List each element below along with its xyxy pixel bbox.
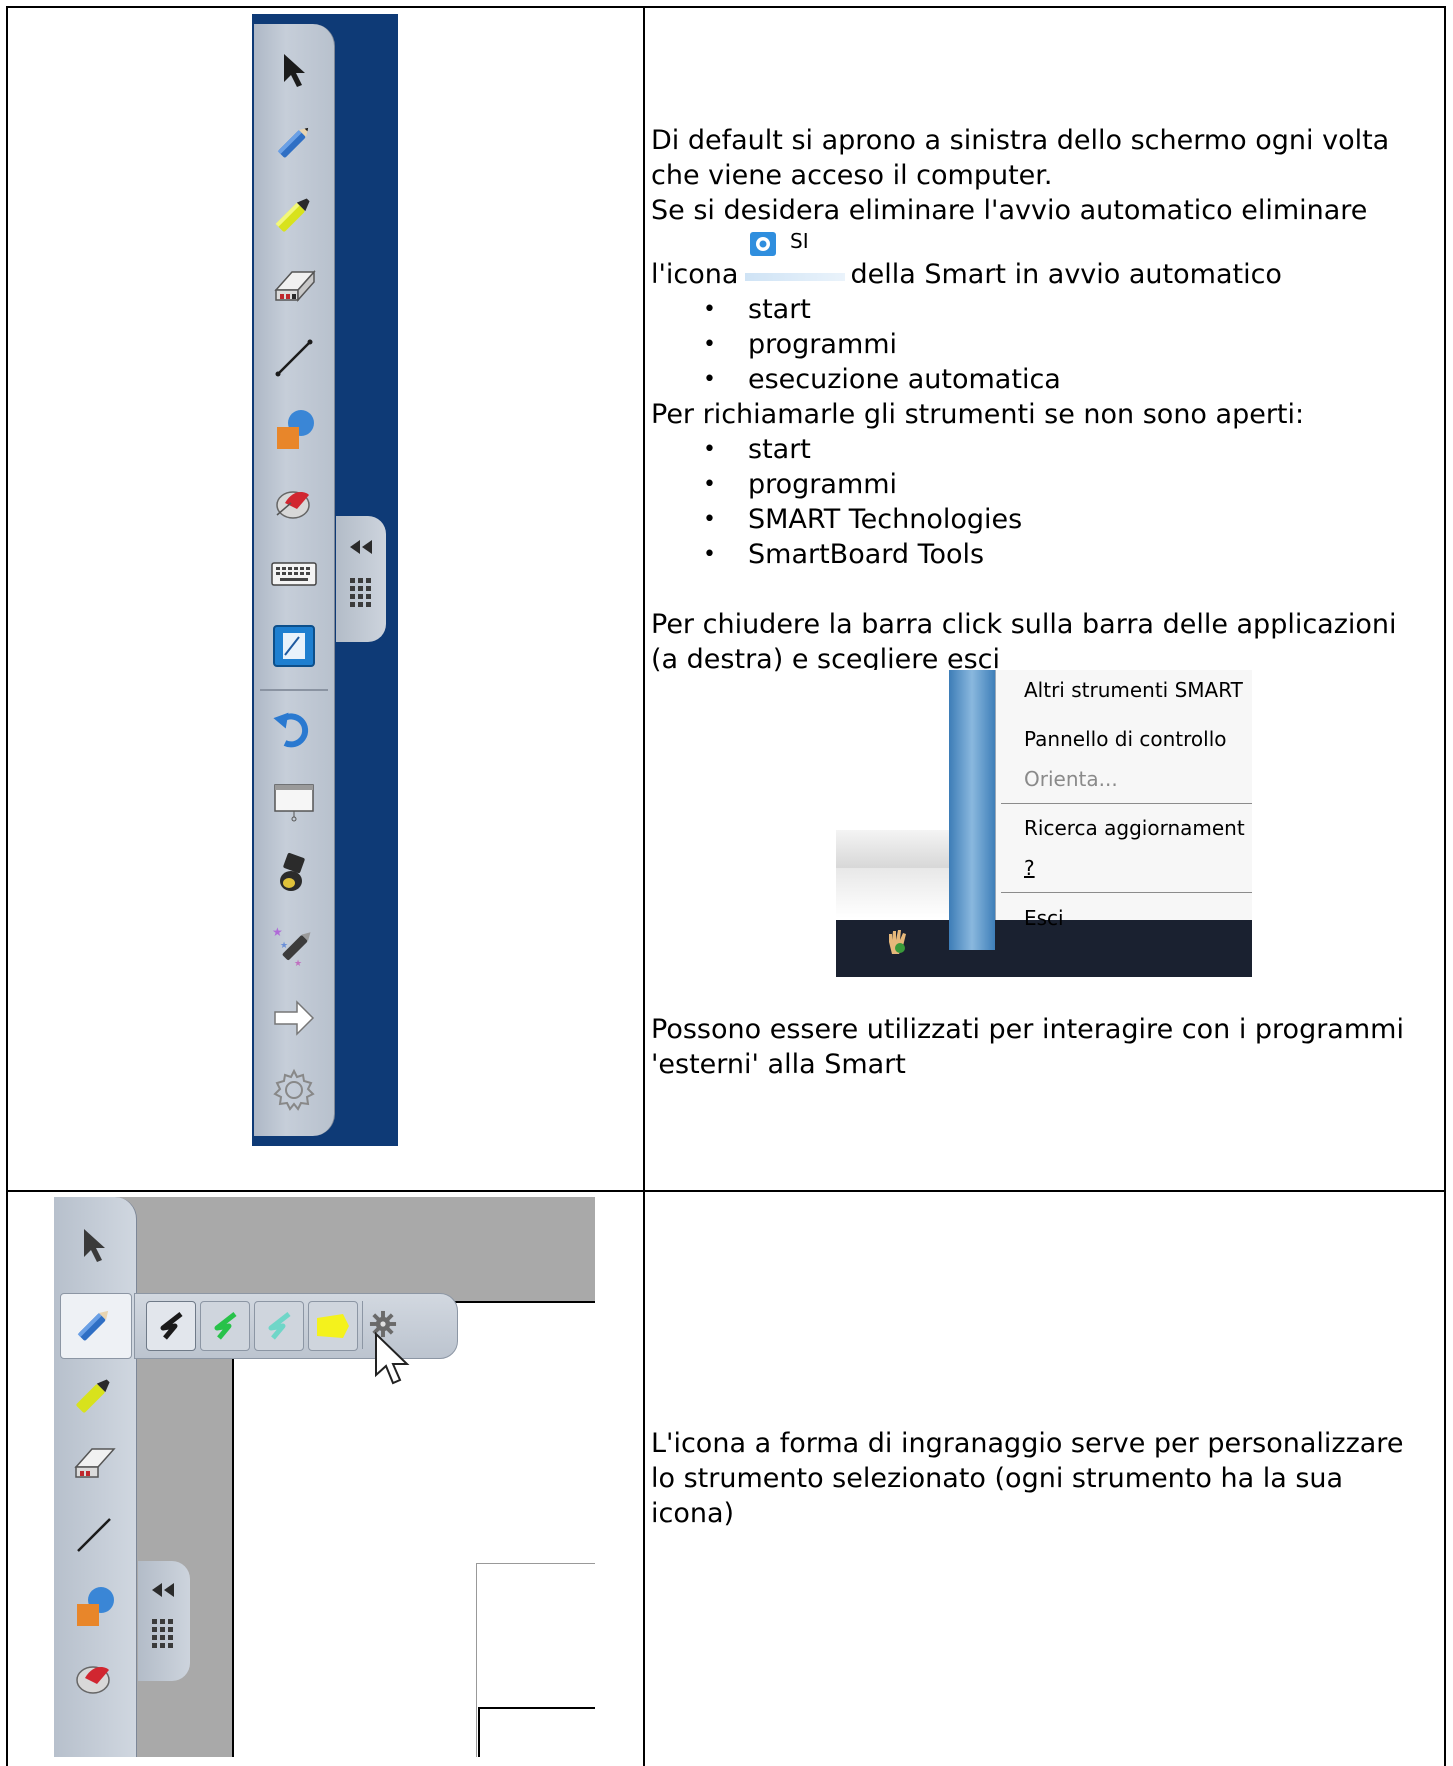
list-item: programmi — [651, 327, 1441, 362]
icon-line: l'icona della Smart in avvio automatico — [651, 257, 1441, 292]
row1-text-3: Possono essere utilizzati per interagire… — [651, 1012, 1441, 1082]
magic-pen-icon[interactable] — [68, 1651, 120, 1703]
settings-gear-icon[interactable] — [268, 1064, 320, 1116]
floating-toolbar: ★ ★ ★ — [254, 24, 335, 1136]
row2-text: L'icona a forma di ingranaggio serve per… — [651, 1426, 1441, 1531]
toolbar-separator — [260, 689, 328, 691]
highlighter-icon[interactable] — [68, 1369, 120, 1421]
menu-separator — [1001, 803, 1252, 804]
next-arrow-icon[interactable] — [268, 992, 320, 1044]
row1-text-2: l'icona della Smart in avvio automatico s… — [651, 257, 1441, 677]
menu-item-help[interactable]: ? — [1024, 856, 1035, 880]
pen-icon[interactable] — [268, 116, 320, 168]
toolbar-collapse-handle[interactable] — [336, 516, 386, 642]
collapse-double-arrow-icon[interactable] — [150, 1581, 176, 1603]
menu-item-orienta[interactable]: Orienta... — [1024, 767, 1118, 791]
select-arrow-icon[interactable] — [68, 1219, 120, 1271]
menu-item-ricerca[interactable]: Ricerca aggiornament — [1024, 816, 1245, 840]
pen-style-teal-icon[interactable] — [254, 1301, 304, 1351]
eraser-icon[interactable] — [268, 260, 320, 312]
magic-pen-icon[interactable] — [268, 476, 320, 528]
list-item: start — [651, 432, 1441, 467]
description-line-1: L'icona a forma di ingranaggio serve per… — [651, 1428, 1404, 1459]
list-item: SMART Technologies — [651, 502, 1441, 537]
external-line-1: Possono essere utilizzati per interagire… — [651, 1014, 1404, 1045]
intro-line-1: Di default si aprono a sinistra dello sc… — [651, 125, 1390, 156]
collapse-double-arrow-icon[interactable] — [348, 538, 374, 560]
svg-text:★: ★ — [272, 925, 283, 939]
menu-separator — [1001, 892, 1252, 893]
undo-icon[interactable] — [268, 704, 320, 756]
creative-pen-icon[interactable]: ★ ★ ★ — [268, 920, 320, 972]
pen-style-black-icon[interactable] — [146, 1301, 196, 1351]
shapes-icon[interactable] — [268, 404, 320, 456]
list-item: SmartBoard Tools — [651, 537, 1441, 572]
hand-tray-icon — [884, 928, 910, 954]
pen-style-green-icon[interactable] — [200, 1301, 250, 1351]
icon-line-suffix: della Smart in avvio automatico — [850, 259, 1282, 290]
description-line-2: lo strumento selezionato (ogni strumento… — [651, 1463, 1344, 1494]
svg-text:★: ★ — [280, 941, 288, 951]
menu-item-esci[interactable]: Esci — [1024, 906, 1064, 930]
external-line-2: 'esterni' alla Smart — [651, 1049, 906, 1080]
smart-icon-caption: SI — [790, 229, 809, 253]
line-icon[interactable] — [68, 1509, 120, 1561]
recall-path-list: start programmi SMART Technologies Smart… — [651, 432, 1441, 572]
list-item: start — [651, 292, 1441, 327]
line-icon[interactable] — [268, 332, 320, 384]
smart-toolbar-screenshot: ★ ★ ★ — [252, 14, 398, 1146]
table-border-left — [6, 6, 8, 1766]
table-border-right — [1444, 6, 1446, 1766]
pen-icon[interactable] — [68, 1299, 120, 1351]
table-border-top — [6, 6, 1446, 8]
table-border-middle — [643, 6, 645, 1766]
drag-grip-icon[interactable] — [348, 576, 374, 614]
table-row-divider — [6, 1190, 1446, 1192]
mouse-cursor-icon — [373, 1331, 413, 1391]
list-item: programmi — [651, 467, 1441, 502]
keyboard-icon[interactable] — [268, 548, 320, 600]
drag-grip-icon[interactable] — [150, 1617, 176, 1655]
startup-path-list: start programmi esecuzione automatica — [651, 292, 1441, 397]
row1-text: Di default si aprono a sinistra dello sc… — [651, 123, 1441, 228]
screen-shade-icon[interactable] — [268, 776, 320, 828]
intro-line-3: Se si desidera eliminare l'avvio automat… — [651, 195, 1368, 226]
pen-style-yellow-icon[interactable] — [308, 1301, 358, 1351]
menu-side-strip — [949, 670, 995, 950]
toolbar-collapse-handle[interactable] — [138, 1561, 190, 1681]
spotlight-icon[interactable] — [268, 848, 320, 900]
list-item: esecuzione automatica — [651, 362, 1441, 397]
eraser-icon[interactable] — [68, 1437, 120, 1489]
highlighter-icon[interactable] — [268, 188, 320, 240]
description-line-3: icona) — [651, 1498, 735, 1529]
close-line-1: Per chiudere la barra click sulla barra … — [651, 609, 1397, 640]
menu-item-pannello[interactable]: Pannello di controllo — [1024, 727, 1227, 751]
recall-text: Per richiamarle gli strumenti se non son… — [651, 399, 1305, 430]
context-menu-screenshot: Altri strumenti SMART Pannello di contro… — [836, 670, 1252, 977]
intro-line-2: che viene acceso il computer. — [651, 160, 1053, 191]
svg-text:★: ★ — [294, 959, 302, 969]
shapes-icon[interactable] — [68, 1581, 120, 1633]
icon-line-prefix: l'icona — [651, 259, 739, 290]
notebook-icon[interactable] — [268, 620, 320, 672]
pen-tool-screenshot — [54, 1197, 595, 1757]
menu-item-altri-strumenti[interactable]: Altri strumenti SMART — [1024, 678, 1243, 702]
select-arrow-icon[interactable] — [268, 44, 320, 96]
